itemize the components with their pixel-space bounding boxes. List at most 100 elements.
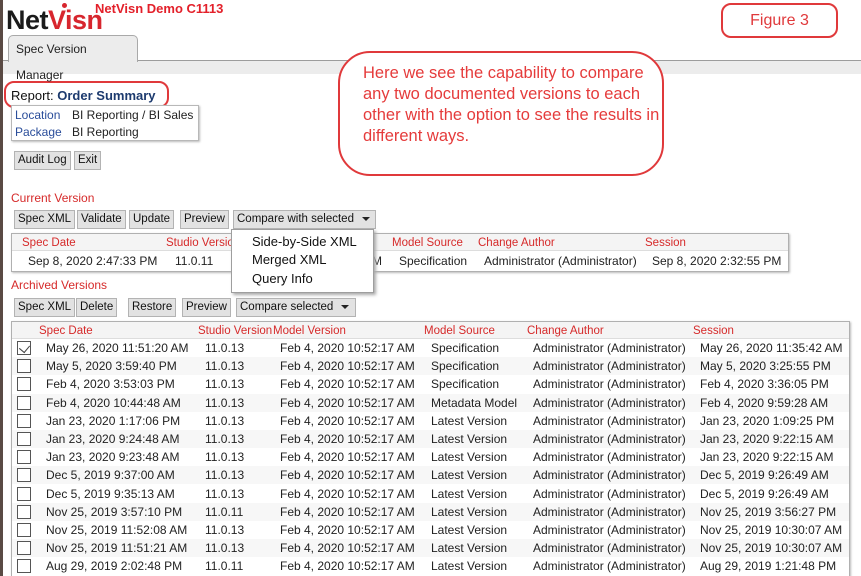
cell-spec-date: May 5, 2020 3:59:40 PM xyxy=(46,359,177,374)
row-checkbox[interactable] xyxy=(17,559,31,574)
cell-model-version: Feb 4, 2020 10:52:17 AM xyxy=(280,377,415,392)
cell-model-source: Latest Version xyxy=(431,523,508,537)
report-prefix: Report: xyxy=(11,88,54,103)
row-checkbox[interactable] xyxy=(17,395,31,410)
menu-item-merged-xml[interactable]: Merged XML xyxy=(252,252,326,267)
current-version-label: Current Version xyxy=(11,191,95,205)
current-preview-button[interactable]: Preview xyxy=(180,210,229,229)
cell-session: Aug 29, 2019 1:21:48 PM xyxy=(700,559,837,574)
row-checkbox[interactable] xyxy=(17,432,31,446)
current-studio-version: 11.0.11 xyxy=(175,254,214,268)
cell-studio-version: 11.0.11 xyxy=(205,559,244,574)
row-checkbox[interactable] xyxy=(17,413,31,428)
cell-studio-version: 11.0.13 xyxy=(205,450,245,465)
table-row[interactable]: May 26, 2020 11:51:20 AM 11.0.13 Feb 4, 20… xyxy=(12,339,849,357)
location-row: Location BI Reporting / BI Sales xyxy=(15,108,193,122)
cell-change-author: Administrator (Administrator) xyxy=(533,359,686,374)
compare-with-selected-label: Compare with selected xyxy=(237,213,354,225)
cell-studio-version: 11.0.13 xyxy=(205,341,245,355)
window-left-border xyxy=(0,0,3,576)
cell-model-version: Feb 4, 2020 10:52:17 AM xyxy=(280,504,415,519)
current-model-source: Specification xyxy=(399,254,468,268)
cell-spec-date: Jan 23, 2020 1:17:06 PM xyxy=(46,413,181,428)
current-spec-xml-button[interactable]: Spec XML xyxy=(14,210,76,229)
cell-model-version: Feb 4, 2020 10:52:17 AM xyxy=(280,468,415,483)
archived-spec-xml-button[interactable]: Spec XML xyxy=(14,298,76,317)
compare-selected-dropdown[interactable]: Compare selected xyxy=(236,298,356,317)
table-row[interactable]: Feb 4, 2020 3:53:03 PM 11.0.13 Feb 4, 2020… xyxy=(12,375,849,393)
menu-item-side-by-side-xml[interactable]: Side-by-Side XML xyxy=(252,234,357,249)
compare-selected-label: Compare selected xyxy=(240,301,334,313)
cell-session: Jan 23, 2020 9:22:15 AM xyxy=(700,450,834,465)
compare-dropdown-menu: Side-by-Side XML Merged XML Query Info xyxy=(231,229,374,293)
row-checkbox[interactable] xyxy=(17,359,31,374)
chevron-down-icon xyxy=(341,304,350,309)
cell-spec-date: Nov 25, 2019 11:51:21 AM xyxy=(46,541,188,556)
table-row[interactable]: Jan 23, 2020 9:23:48 AM 11.0.13 Feb 4, 202… xyxy=(12,448,849,466)
cell-spec-date: Jan 23, 2020 9:23:48 AM xyxy=(46,450,180,465)
update-button[interactable]: Update xyxy=(129,210,175,229)
cell-model-version: Feb 4, 2020 10:52:17 AM xyxy=(280,450,415,465)
location-value: BI Reporting / BI Sales xyxy=(72,108,194,122)
audit-log-button[interactable]: Audit Log xyxy=(14,151,71,170)
cell-model-version: Feb 4, 2020 10:52:17 AM xyxy=(280,413,415,428)
cell-model-source: Latest Version xyxy=(431,486,508,501)
current-session: Sep 8, 2020 2:32:55 PM xyxy=(652,254,782,268)
location-label: Location xyxy=(15,108,61,122)
delete-button[interactable]: Delete xyxy=(76,298,118,317)
table-row[interactable]: Nov 25, 2019 11:51:21 AM 11.0.13 Feb 4, 20… xyxy=(12,539,849,558)
row-checkbox[interactable] xyxy=(17,523,31,537)
row-checkbox[interactable] xyxy=(17,486,31,501)
table-row[interactable]: Aug 29, 2019 2:02:48 PM 11.0.11 Feb 4, 202… xyxy=(12,557,849,575)
cell-session: Nov 25, 2019 10:30:07 AM xyxy=(700,541,843,556)
cell-studio-version: 11.0.13 xyxy=(205,523,245,537)
validate-button[interactable]: Validate xyxy=(77,210,126,229)
archived-preview-button[interactable]: Preview xyxy=(182,298,231,317)
cell-spec-date: Nov 25, 2019 11:52:08 AM xyxy=(46,523,188,537)
row-checkbox[interactable] xyxy=(17,377,31,392)
netvisn-logo: NetVisn xyxy=(6,3,103,36)
restore-button[interactable]: Restore xyxy=(128,298,177,317)
cell-session: Jan 23, 2020 9:22:15 AM xyxy=(700,432,834,446)
cell-spec-date: Dec 5, 2019 9:35:13 AM xyxy=(46,486,175,501)
menu-item-query-info[interactable]: Query Info xyxy=(252,271,313,286)
cell-change-author: Administrator (Administrator) xyxy=(533,395,686,410)
table-row[interactable]: Feb 4, 2020 10:44:48 AM 11.0.13 Feb 4, 202… xyxy=(12,393,849,412)
exit-button[interactable]: Exit xyxy=(74,151,102,170)
table-row[interactable]: Nov 25, 2019 11:52:08 AM 11.0.13 Feb 4, 20… xyxy=(12,521,849,539)
table-row[interactable]: May 5, 2020 3:59:40 PM 11.0.13 Feb 4, 2020… xyxy=(12,357,849,376)
cell-studio-version: 11.0.13 xyxy=(205,377,245,392)
table-row[interactable]: Dec 5, 2019 9:35:13 AM 11.0.13 Feb 4, 2020… xyxy=(12,485,849,503)
tab-spec-version-manager[interactable]: Spec Version Manager xyxy=(8,35,138,82)
cell-studio-version: 11.0.13 xyxy=(205,395,245,410)
cell-model-source: Latest Version xyxy=(431,450,508,465)
col-studio-version: Studio Version xyxy=(198,325,273,337)
logo-net: Net xyxy=(6,5,49,35)
table-row[interactable]: Nov 25, 2019 3:57:10 PM 11.0.11 Feb 4, 202… xyxy=(12,502,849,521)
cell-session: Nov 25, 2019 10:30:07 AM xyxy=(700,523,843,537)
row-checkbox[interactable] xyxy=(17,468,31,483)
archived-versions-table: Spec Date Studio Version Model Version M… xyxy=(11,321,850,576)
logo-dot-icon xyxy=(62,3,67,8)
cell-change-author: Administrator (Administrator) xyxy=(533,559,686,574)
row-checkbox[interactable] xyxy=(17,450,31,465)
cell-change-author: Administrator (Administrator) xyxy=(533,504,686,519)
cell-model-version: Feb 4, 2020 10:52:17 AM xyxy=(280,559,415,574)
row-checkbox[interactable] xyxy=(17,341,31,355)
cell-change-author: Administrator (Administrator) xyxy=(533,523,686,537)
table-row[interactable]: Jan 23, 2020 9:24:48 AM 11.0.13 Feb 4, 202… xyxy=(12,430,849,448)
cell-studio-version: 11.0.13 xyxy=(205,486,245,501)
package-row: Package BI Reporting xyxy=(15,125,139,139)
package-label: Package xyxy=(15,125,62,139)
row-checkbox[interactable] xyxy=(17,504,31,519)
cell-change-author: Administrator (Administrator) xyxy=(533,341,686,355)
archived-versions-label: Archived Versions xyxy=(11,278,108,292)
cell-spec-date: May 26, 2020 11:51:20 AM xyxy=(46,341,189,355)
cell-spec-date: Nov 25, 2019 3:57:10 PM xyxy=(46,504,183,519)
cell-model-source: Latest Version xyxy=(431,432,508,446)
compare-with-selected-dropdown[interactable]: Compare with selected xyxy=(233,210,376,229)
table-row[interactable]: Jan 23, 2020 1:17:06 PM 11.0.13 Feb 4, 202… xyxy=(12,412,849,430)
cell-change-author: Administrator (Administrator) xyxy=(533,541,686,556)
table-row[interactable]: Dec 5, 2019 9:37:00 AM 11.0.13 Feb 4, 2020… xyxy=(12,466,849,485)
row-checkbox[interactable] xyxy=(17,541,31,556)
